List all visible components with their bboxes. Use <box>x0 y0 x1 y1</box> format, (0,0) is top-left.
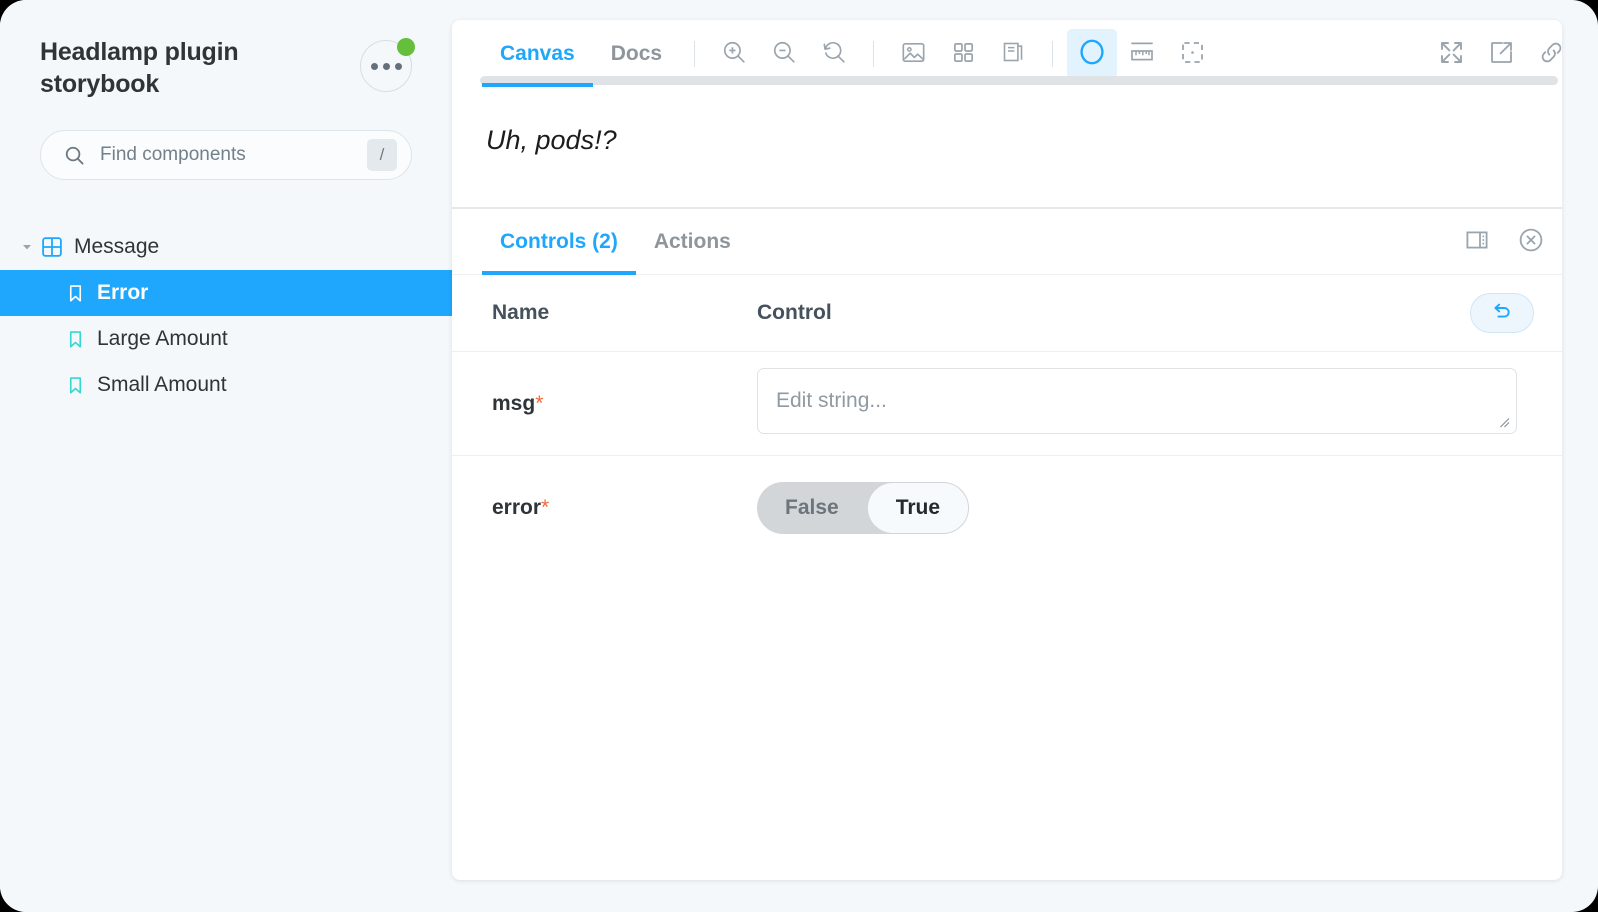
measure-button[interactable] <box>1117 29 1167 79</box>
error-boolean-toggle[interactable]: False True <box>757 481 970 534</box>
toolbar-divider <box>873 40 875 67</box>
boolean-option-true[interactable]: True <box>866 481 970 534</box>
control-row-error: error* False True <box>452 455 1562 559</box>
grid-icon <box>951 40 976 68</box>
tab-controls[interactable]: Controls (2) <box>482 209 636 275</box>
zoom-out-icon <box>771 39 798 69</box>
column-header-name: Name <box>492 301 550 324</box>
tab-label: Docs <box>610 41 663 65</box>
arg-control-error: False True <box>757 481 1532 534</box>
bookmark-icon <box>66 376 85 395</box>
close-panel-icon <box>1517 226 1545 257</box>
storybook-app: Headlamp plugin storybook / <box>0 0 1598 912</box>
story-canvas: Uh, pods!? <box>452 87 1562 209</box>
outline-dashed-icon <box>1179 39 1206 69</box>
zoom-out-button[interactable] <box>759 29 809 79</box>
ellipsis-icon <box>370 62 378 70</box>
fullscreen-expand-icon <box>1438 39 1465 69</box>
tree-item-label: Large Amount <box>97 327 228 350</box>
backgrounds-button[interactable] <box>888 29 938 79</box>
copy-link-button[interactable] <box>1526 29 1562 79</box>
controls-table: Name Control msg* Edit string... error* … <box>452 275 1562 559</box>
bookmark-icon <box>66 330 85 349</box>
viewport-layers-icon <box>1000 39 1026 68</box>
column-header-control: Control <box>757 301 832 324</box>
preview-toolbar: Canvas Docs <box>452 20 1562 87</box>
copy-link-icon <box>1538 39 1563 69</box>
tree-item-label: Error <box>97 281 149 304</box>
search-shortcut-badge: / <box>367 139 397 171</box>
undo-arrow-icon <box>1490 299 1514 328</box>
fullscreen-button[interactable] <box>1426 29 1476 79</box>
panel-position-icon <box>1464 227 1490 256</box>
toolbar-divider <box>1052 40 1054 67</box>
component-grid-icon <box>42 237 62 257</box>
required-marker: * <box>535 391 544 415</box>
addon-tab-bar: Controls (2) Actions <box>452 209 1562 275</box>
search-wrapper: / <box>40 130 412 180</box>
tree-item-label: Message <box>74 235 160 258</box>
open-in-new-tab-button[interactable] <box>1476 29 1526 79</box>
search-icon <box>63 144 86 167</box>
zoom-in-icon <box>721 39 748 69</box>
chevron-down-icon[interactable] <box>18 241 36 253</box>
addons-panel: Controls (2) Actions Name Control msg* E… <box>452 209 1562 880</box>
toolbar-divider <box>694 40 696 67</box>
main-panel: Canvas Docs Uh, pods!? Controls (2) Acti… <box>452 20 1562 880</box>
search-box[interactable]: / <box>40 130 412 180</box>
viewport-button[interactable] <box>988 29 1038 79</box>
tree-item-label: Small Amount <box>97 373 227 396</box>
control-row-msg: msg* <box>452 351 1562 455</box>
accessibility-circle-icon <box>1077 37 1107 70</box>
measure-ruler-icon <box>1128 38 1156 69</box>
component-tree: Message Error Large Amount Small Amount <box>0 224 452 408</box>
tree-item-message[interactable]: Message <box>0 224 452 270</box>
zoom-reset-button[interactable] <box>809 29 859 79</box>
toolbar-scrollbar[interactable] <box>480 76 1558 85</box>
story-message: Uh, pods!? <box>486 125 617 155</box>
outline-button[interactable] <box>1167 29 1217 79</box>
textarea-wrapper <box>757 368 1517 439</box>
zoom-in-button[interactable] <box>709 29 759 79</box>
backgrounds-image-icon <box>900 39 927 69</box>
ellipsis-icon <box>382 62 390 70</box>
tree-item-large-amount[interactable]: Large Amount <box>0 316 452 362</box>
bookmark-icon <box>66 284 85 303</box>
tab-label: Controls (2) <box>500 229 618 253</box>
arg-control-msg <box>757 368 1532 439</box>
tab-actions[interactable]: Actions <box>636 209 749 275</box>
notification-dot <box>397 38 415 56</box>
required-marker: * <box>541 495 550 519</box>
ellipsis-icon <box>394 62 402 70</box>
tree-item-error[interactable]: Error <box>0 270 452 316</box>
tab-label: Canvas <box>500 41 575 65</box>
msg-string-input[interactable] <box>757 368 1517 434</box>
controls-table-header: Name Control <box>452 275 1562 351</box>
arg-name-error: error* <box>492 495 550 519</box>
reset-controls-button[interactable] <box>1470 293 1534 333</box>
open-in-new-tab-icon <box>1488 39 1515 69</box>
search-input[interactable] <box>100 144 367 166</box>
boolean-option-false[interactable]: False <box>757 482 867 534</box>
sidebar: Headlamp plugin storybook / <box>0 0 452 912</box>
accessibility-button[interactable] <box>1067 28 1118 79</box>
sidebar-header: Headlamp plugin storybook <box>0 0 452 100</box>
panel-position-button[interactable] <box>1454 219 1500 265</box>
close-panel-button[interactable] <box>1508 219 1554 265</box>
page-title: Headlamp plugin storybook <box>40 38 239 98</box>
sidebar-menu-button[interactable] <box>360 38 415 92</box>
zoom-reset-icon <box>821 39 848 69</box>
arg-name-msg: msg* <box>492 391 544 415</box>
tree-item-small-amount[interactable]: Small Amount <box>0 362 452 408</box>
tab-label: Actions <box>653 229 731 253</box>
grid-button[interactable] <box>938 29 988 79</box>
